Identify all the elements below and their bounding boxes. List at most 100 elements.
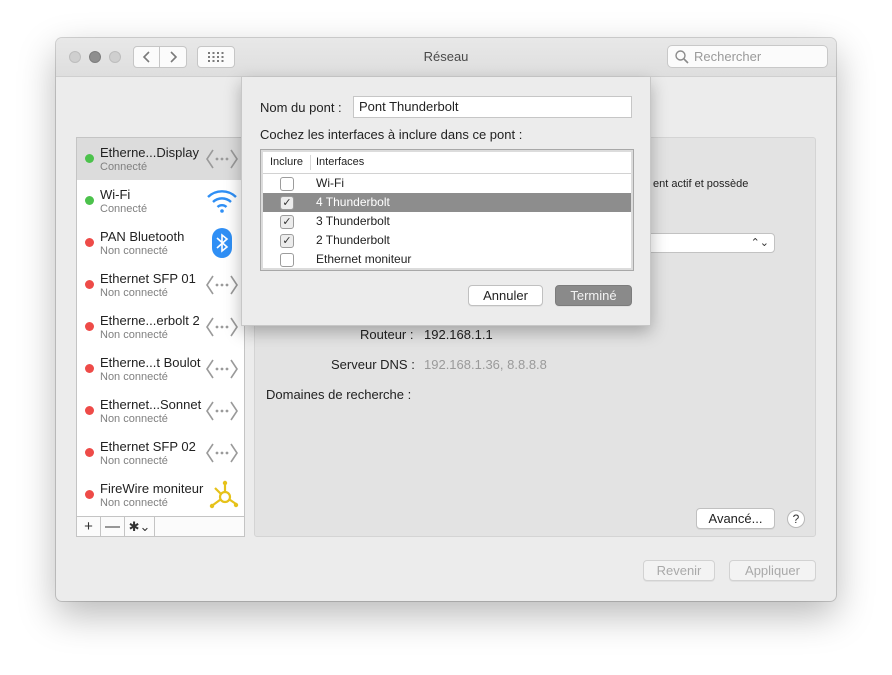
include-checkbox[interactable]: ✓ (280, 215, 294, 229)
service-item[interactable]: Etherne...erbolt 2 Non connecté (77, 306, 244, 348)
bridge-sheet: Nom du pont : Pont Thunderbolt Cochez le… (241, 77, 651, 326)
bridge-name-label: Nom du pont : (260, 100, 342, 115)
service-item[interactable]: FireWire moniteur Non connecté (77, 474, 244, 516)
close-window-button[interactable] (69, 51, 81, 63)
search-domains-label: Domaines de recherche : (266, 387, 412, 402)
service-status: Non connecté (100, 287, 168, 299)
service-name: Wi-Fi (100, 187, 131, 202)
service-item[interactable]: Etherne...Display Connecté (77, 138, 244, 180)
show-all-button[interactable] (197, 46, 235, 68)
search-icon (675, 49, 689, 64)
service-status: Connecté (100, 161, 148, 173)
ethernet-arrows-icon (206, 149, 238, 169)
interface-label: 3 Thunderbolt (316, 214, 390, 228)
gear-menu-button[interactable]: ✱⌄ (125, 517, 155, 536)
service-status: Non connecté (100, 455, 168, 467)
interface-label: Ethernet moniteur (316, 252, 412, 266)
service-status: Non connecté (100, 245, 168, 257)
column-header-include[interactable]: Inclure (270, 156, 303, 168)
minimize-window-button[interactable] (89, 51, 101, 63)
cancel-button[interactable]: Annuler (468, 285, 543, 306)
ethernet-arrows-icon (206, 275, 238, 295)
router-value: 192.168.1.1 (424, 327, 493, 342)
service-item[interactable]: Wi-Fi Connecté (77, 180, 244, 222)
title-bar: Réseau Rechercher (56, 38, 836, 77)
status-dot (85, 154, 94, 163)
ethernet-arrows-icon (206, 443, 238, 463)
service-list-controls: + — ✱⌄ (76, 516, 245, 537)
ethernet-arrows-icon (206, 401, 238, 421)
table-row[interactable]: Wi-Fi (263, 174, 631, 193)
status-dot (85, 280, 94, 289)
table-row[interactable]: Ethernet moniteur (263, 250, 631, 269)
chevron-updown-icon: ⌃⌄ (750, 237, 769, 249)
status-description: ent actif et possède (653, 178, 749, 190)
back-button[interactable] (133, 46, 160, 68)
service-item[interactable]: Ethernet SFP 01 Non connecté (77, 264, 244, 306)
service-name: Etherne...Display (100, 145, 199, 160)
status-dot (85, 322, 94, 331)
service-status: Connecté (100, 203, 148, 215)
table-row[interactable]: ✓ 2 Thunderbolt (263, 231, 631, 250)
wifi-icon (207, 190, 237, 213)
table-header: Inclure Interfaces (263, 152, 631, 174)
column-separator (310, 155, 311, 170)
ethernet-arrows-icon (206, 359, 238, 379)
service-name: Ethernet SFP 02 (100, 439, 196, 454)
status-dot (85, 364, 94, 373)
service-list[interactable]: Etherne...Display Connecté Wi-Fi Connect… (76, 137, 245, 518)
search-field[interactable]: Rechercher (667, 45, 828, 68)
zoom-window-button[interactable] (109, 51, 121, 63)
status-dot (85, 406, 94, 415)
service-name: Etherne...t Boulot (100, 355, 201, 370)
include-checkbox[interactable] (280, 253, 294, 267)
service-item[interactable]: Etherne...t Boulot Non connecté (77, 348, 244, 390)
grid-icon (208, 52, 224, 62)
bridge-name-field[interactable]: Pont Thunderbolt (353, 96, 632, 118)
service-item[interactable]: Ethernet SFP 02 Non connecté (77, 432, 244, 474)
interface-label: 2 Thunderbolt (316, 233, 390, 247)
include-checkbox[interactable]: ✓ (280, 196, 294, 210)
ethernet-arrows-icon (206, 317, 238, 337)
status-dot (85, 490, 94, 499)
revert-button[interactable]: Revenir (643, 560, 715, 581)
include-checkbox[interactable] (280, 177, 294, 191)
service-status: Non connecté (100, 497, 168, 509)
forward-button[interactable] (160, 46, 187, 68)
status-dot (85, 448, 94, 457)
interfaces-table[interactable]: Inclure Interfaces Wi-Fi ✓ 4 Thunderbolt… (260, 149, 634, 271)
configure-popup[interactable]: ⌃⌄ (645, 233, 775, 253)
table-row[interactable]: ✓ 3 Thunderbolt (263, 212, 631, 231)
dns-label: Serveur DNS : (331, 357, 415, 372)
service-status: Non connecté (100, 413, 168, 425)
chevron-left-icon (142, 51, 150, 63)
router-label: Routeur : (360, 327, 414, 342)
service-name: Ethernet SFP 01 (100, 271, 196, 286)
interface-label: Wi-Fi (316, 176, 344, 190)
service-status: Non connecté (100, 329, 168, 341)
remove-service-button[interactable]: — (101, 517, 125, 536)
help-button[interactable]: ? (787, 510, 805, 528)
service-item[interactable]: PAN Bluetooth Non connecté (77, 222, 244, 264)
search-placeholder: Rechercher (694, 49, 762, 64)
service-name: Etherne...erbolt 2 (100, 313, 200, 328)
include-checkbox[interactable]: ✓ (280, 234, 294, 248)
advanced-button[interactable]: Avancé... (696, 508, 775, 529)
service-name: FireWire moniteur (100, 481, 204, 496)
dns-value: 192.168.1.36, 8.8.8.8 (424, 357, 547, 372)
bluetooth-icon (212, 228, 232, 258)
column-header-interfaces[interactable]: Interfaces (316, 156, 364, 168)
window-title: Réseau (423, 49, 469, 64)
table-row[interactable]: ✓ 4 Thunderbolt (263, 193, 631, 212)
done-button[interactable]: Terminé (555, 285, 632, 306)
instruction-text: Cochez les interfaces à inclure dans ce … (260, 127, 523, 142)
add-service-button[interactable]: + (77, 517, 101, 536)
service-item[interactable]: Ethernet...Sonnet Non connecté (77, 390, 244, 432)
service-name: Ethernet...Sonnet (100, 397, 202, 412)
service-status: Non connecté (100, 371, 168, 383)
status-dot (85, 238, 94, 247)
service-name: PAN Bluetooth (100, 229, 185, 244)
status-dot (85, 196, 94, 205)
apply-button[interactable]: Appliquer (729, 560, 816, 581)
firewire-icon (209, 480, 239, 509)
